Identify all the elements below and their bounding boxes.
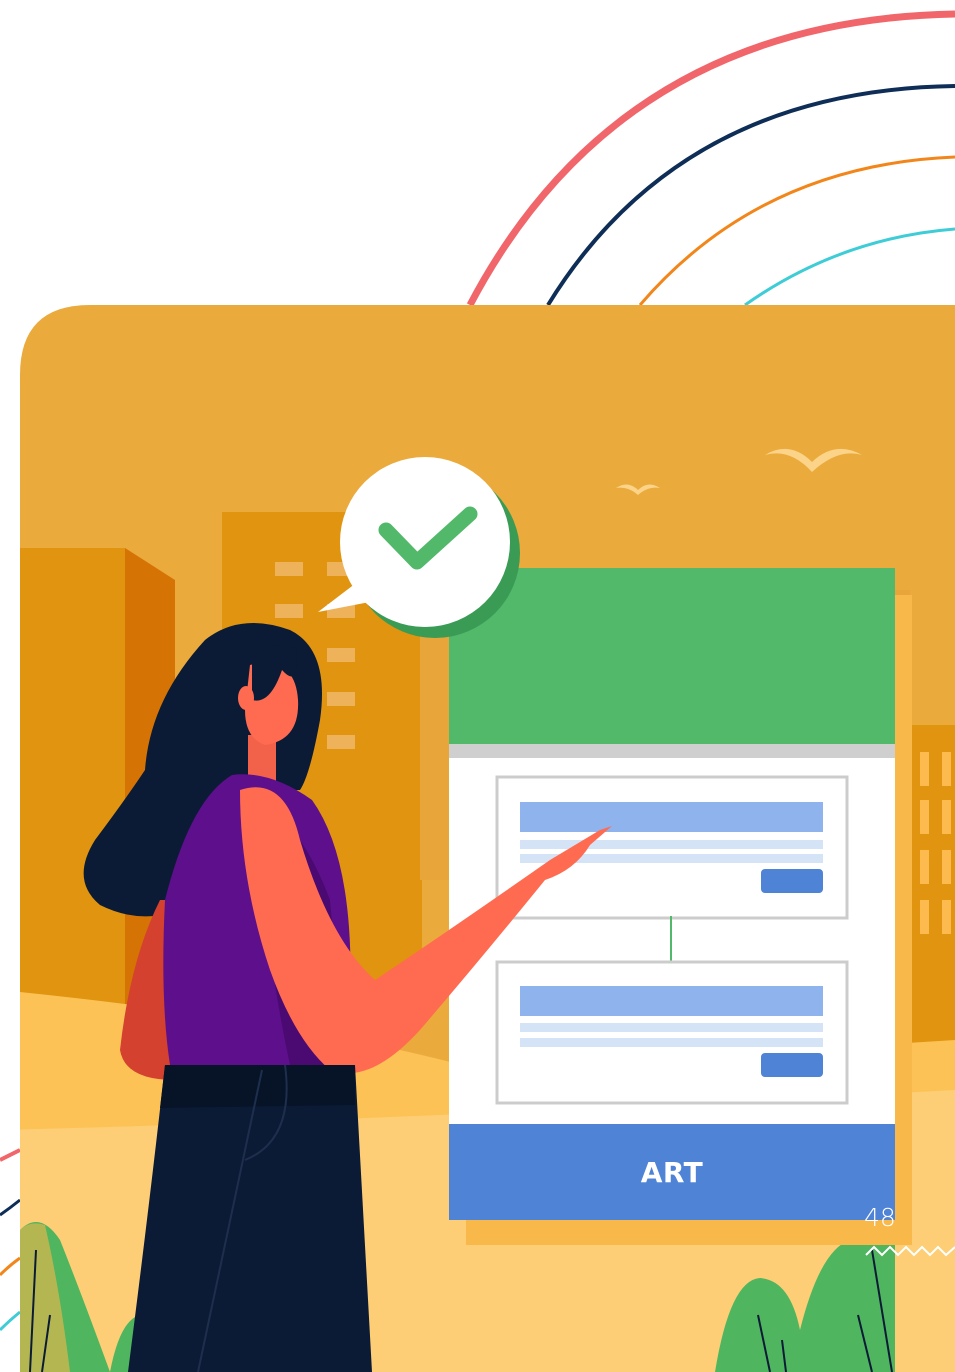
form-header (449, 568, 895, 746)
decorative-arcs (466, 10, 955, 307)
form-box-2-button[interactable] (761, 1053, 823, 1077)
form-box-2 (495, 960, 849, 1105)
arc-navy (546, 84, 955, 307)
form-box-1-button[interactable] (761, 869, 823, 893)
decorative-arcs-left (0, 1148, 21, 1332)
card-label: ART (640, 1155, 704, 1189)
building-left (20, 548, 125, 1008)
arc-orange (638, 155, 955, 306)
arc-cyan (744, 227, 955, 307)
arc-red (466, 10, 955, 307)
page-number: 48 (864, 1203, 896, 1232)
